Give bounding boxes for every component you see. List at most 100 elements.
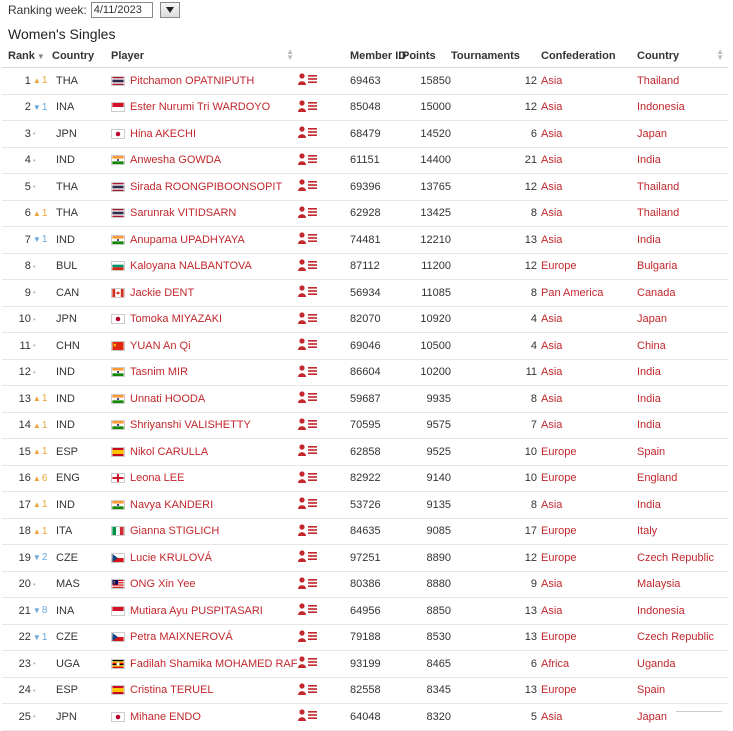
confederation-link[interactable]: Europe — [541, 438, 637, 466]
confederation-link[interactable]: Asia — [541, 147, 637, 174]
player-name-link[interactable]: Cristina TERUEL — [130, 684, 214, 696]
country-link[interactable]: Spain — [637, 438, 728, 466]
player-profile-icon[interactable] — [298, 232, 317, 247]
country-link[interactable]: Spain — [637, 677, 728, 704]
confederation-link[interactable]: Asia — [541, 385, 637, 413]
confederation-link[interactable]: Asia — [541, 332, 637, 360]
country-link[interactable]: Thailand — [637, 173, 728, 201]
player-profile-icon[interactable] — [298, 444, 317, 459]
player-name-link[interactable]: ONG Xin Yee — [130, 578, 195, 590]
country-link[interactable]: Japan — [637, 703, 728, 731]
confederation-link[interactable]: Europe — [541, 624, 637, 651]
confederation-link[interactable]: Asia — [541, 94, 637, 121]
column-header-country[interactable]: Country ▲ ▼ — [637, 44, 728, 68]
country-link[interactable]: Canada — [637, 279, 728, 307]
country-link[interactable]: Italy — [637, 518, 728, 545]
player-name-link[interactable]: Mihane ENDO — [130, 711, 201, 723]
country-link[interactable]: Czech Republic — [637, 624, 728, 651]
player-profile-icon[interactable] — [298, 73, 317, 88]
confederation-link[interactable]: Asia — [541, 120, 637, 148]
column-header-member-id[interactable]: Member ID — [350, 44, 406, 68]
player-profile-icon[interactable] — [298, 365, 317, 380]
confederation-link[interactable]: Europe — [541, 518, 637, 545]
player-name-link[interactable]: Pitchamon OPATNIPUTH — [130, 75, 254, 87]
country-link[interactable]: Thailand — [637, 200, 728, 227]
player-name-link[interactable]: Jackie DENT — [130, 287, 194, 299]
player-profile-icon[interactable] — [298, 312, 317, 327]
player-name-link[interactable]: Nikol CARULLA — [130, 446, 208, 458]
player-name-link[interactable]: Petra MAIXNEROVÁ — [130, 631, 233, 643]
player-name-link[interactable]: Shriyanshi VALISHETTY — [130, 419, 251, 431]
country-link[interactable]: Malaysia — [637, 571, 728, 598]
player-name-link[interactable]: Lucie KRULOVÁ — [130, 552, 212, 564]
column-header-tournaments[interactable]: Tournaments — [451, 44, 541, 68]
player-profile-icon[interactable] — [298, 100, 317, 115]
country-link[interactable]: India — [637, 491, 728, 519]
country-link[interactable]: India — [637, 385, 728, 413]
confederation-link[interactable]: Asia — [541, 200, 637, 227]
confederation-link[interactable]: Asia — [541, 67, 637, 95]
player-profile-icon[interactable] — [298, 497, 317, 512]
player-profile-icon[interactable] — [298, 391, 317, 406]
player-name-link[interactable]: Anwesha GOWDA — [130, 154, 221, 166]
country-link[interactable]: Indonesia — [637, 597, 728, 625]
ranking-week-input[interactable]: 4/11/2023 — [90, 2, 153, 18]
player-profile-icon[interactable] — [298, 338, 317, 353]
player-profile-icon[interactable] — [298, 656, 317, 671]
player-profile-icon[interactable] — [298, 524, 317, 539]
confederation-link[interactable]: Africa — [541, 650, 637, 678]
confederation-link[interactable]: Europe — [541, 544, 637, 572]
player-name-link[interactable]: Mutiara Ayu PUSPITASARI — [130, 605, 263, 617]
player-profile-icon[interactable] — [298, 603, 317, 618]
player-name-link[interactable]: Gianna STIGLICH — [130, 525, 219, 537]
player-name-link[interactable]: Kaloyana NALBANTOVA — [130, 260, 252, 272]
country-link[interactable]: Thailand — [637, 67, 728, 95]
player-profile-icon[interactable] — [298, 153, 317, 168]
confederation-link[interactable]: Asia — [541, 491, 637, 519]
confederation-link[interactable]: Asia — [541, 226, 637, 254]
country-link[interactable]: India — [637, 359, 728, 386]
player-name-link[interactable]: Navya KANDERI — [130, 499, 213, 511]
country-link[interactable]: India — [637, 412, 728, 439]
country-link[interactable]: Japan — [637, 306, 728, 333]
country-link[interactable]: Indonesia — [637, 94, 728, 121]
player-profile-icon[interactable] — [298, 630, 317, 645]
player-profile-icon[interactable] — [298, 577, 317, 592]
player-name-link[interactable]: Hina AKECHI — [130, 128, 196, 140]
player-name-link[interactable]: Tomoka MIYAZAKI — [130, 313, 222, 325]
player-profile-icon[interactable] — [298, 285, 317, 300]
player-name-link[interactable]: Unnati HOODA — [130, 393, 205, 405]
country-link[interactable]: Bulgaria — [637, 253, 728, 280]
country-link[interactable]: Uganda — [637, 650, 728, 678]
player-profile-icon[interactable] — [298, 206, 317, 221]
confederation-link[interactable]: Europe — [541, 253, 637, 280]
country-link[interactable]: England — [637, 465, 728, 492]
player-profile-icon[interactable] — [298, 471, 317, 486]
player-profile-icon[interactable] — [298, 683, 317, 698]
confederation-link[interactable]: Asia — [541, 703, 637, 731]
player-name-link[interactable]: Anupama UPADHYAYA — [130, 234, 245, 246]
confederation-link[interactable]: Asia — [541, 359, 637, 386]
player-profile-icon[interactable] — [298, 709, 317, 724]
player-profile-icon[interactable] — [298, 126, 317, 141]
confederation-link[interactable]: Europe — [541, 465, 637, 492]
confederation-link[interactable]: Asia — [541, 173, 637, 201]
player-name-link[interactable]: Fadilah Shamika MOHAMED RAFI — [130, 658, 298, 670]
player-name-link[interactable]: Sarunrak VITIDSARN — [130, 207, 236, 219]
country-link[interactable]: China — [637, 332, 728, 360]
column-header-country-code[interactable]: Country — [52, 44, 111, 68]
player-profile-icon[interactable] — [298, 550, 317, 565]
country-link[interactable]: Japan — [637, 120, 728, 148]
confederation-link[interactable]: Pan America — [541, 279, 637, 307]
ranking-week-dropdown-button[interactable] — [159, 2, 180, 18]
column-header-confederation[interactable]: Confederation — [541, 44, 637, 68]
player-profile-icon[interactable] — [298, 179, 317, 194]
country-link[interactable]: Czech Republic — [637, 544, 728, 572]
player-name-link[interactable]: Sirada ROONGPIBOONSOPIT — [130, 181, 282, 193]
confederation-link[interactable]: Asia — [541, 306, 637, 333]
player-profile-icon[interactable] — [298, 418, 317, 433]
column-header-points[interactable]: Points — [402, 44, 451, 68]
confederation-link[interactable]: Asia — [541, 571, 637, 598]
country-link[interactable]: India — [637, 226, 728, 254]
confederation-link[interactable]: Asia — [541, 412, 637, 439]
